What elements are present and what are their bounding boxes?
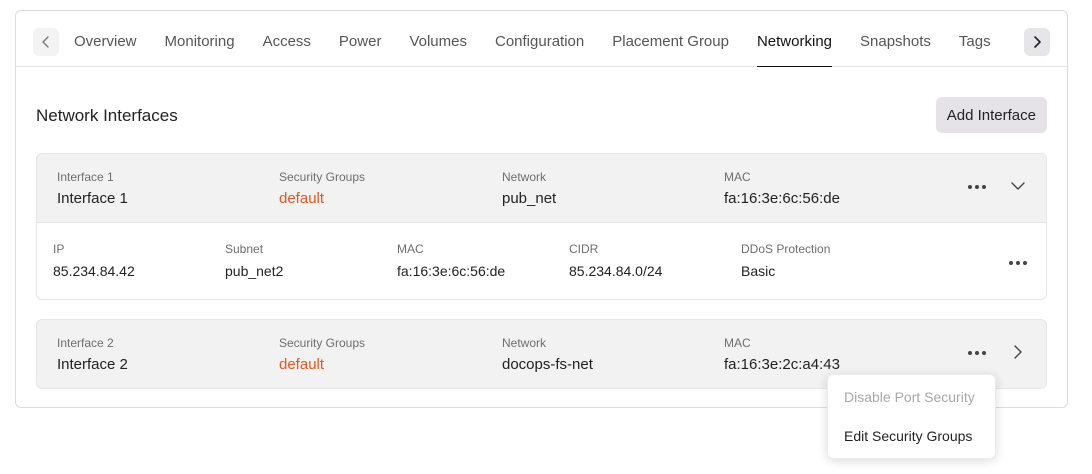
security-groups-field: Security Groups default bbox=[279, 336, 365, 373]
mac-field: MAC fa:16:3e:6c:56:de bbox=[724, 170, 840, 207]
field-label: CIDR bbox=[569, 242, 599, 256]
field-label: IP bbox=[53, 242, 65, 256]
chevron-left-icon bbox=[42, 36, 49, 48]
interface-details: IP 85.234.84.42 Subnet pub_net2 MAC fa:1… bbox=[37, 222, 1046, 299]
tab-bar: Overview Monitoring Access Power Volumes… bbox=[16, 11, 1067, 67]
field-value: Interface 1 bbox=[57, 190, 128, 207]
chevron-right-icon bbox=[1014, 345, 1022, 359]
field-label: MAC bbox=[724, 336, 751, 350]
field-label: MAC bbox=[724, 170, 751, 184]
field-label: Interface 2 bbox=[57, 336, 114, 350]
field-label: Subnet bbox=[225, 242, 264, 256]
tab-monitoring[interactable]: Monitoring bbox=[165, 11, 235, 67]
tab-access[interactable]: Access bbox=[263, 11, 311, 67]
field-value: fa:16:3e:6c:56:de bbox=[397, 263, 506, 279]
field-label: Network bbox=[502, 170, 547, 184]
network-field: Network pub_net bbox=[502, 170, 556, 207]
security-groups-field: Security Groups default bbox=[279, 170, 365, 207]
detail-more-options-button[interactable] bbox=[1007, 253, 1029, 273]
security-group-link[interactable]: default bbox=[279, 356, 365, 373]
chevron-right-icon bbox=[1034, 36, 1041, 48]
field-value: pub_net2 bbox=[225, 263, 284, 279]
tab-volumes[interactable]: Volumes bbox=[409, 11, 467, 67]
mac-field: MAC fa:16:3e:2c:a4:43 bbox=[724, 336, 840, 373]
detail-mac-field: MAC fa:16:3e:6c:56:de bbox=[397, 242, 505, 279]
more-options-button[interactable] bbox=[966, 343, 988, 363]
tab-snapshots[interactable]: Snapshots bbox=[860, 11, 931, 67]
more-horizontal-icon bbox=[968, 351, 972, 355]
field-label: MAC bbox=[397, 242, 424, 256]
subnet-field: Subnet pub_net2 bbox=[225, 242, 283, 279]
more-horizontal-icon bbox=[968, 185, 972, 189]
field-value: Basic bbox=[741, 263, 776, 279]
field-value: fa:16:3e:6c:56:de bbox=[724, 190, 840, 207]
tab-placement-group[interactable]: Placement Group bbox=[612, 11, 729, 67]
network-field: Network docops-fs-net bbox=[502, 336, 593, 373]
tab-tags[interactable]: Tags bbox=[959, 11, 991, 67]
cidr-field: CIDR 85.234.84.0/24 bbox=[569, 242, 662, 279]
edit-security-groups-menu-item[interactable]: Edit Security Groups bbox=[844, 428, 972, 444]
tab-scroll-right-button[interactable] bbox=[1024, 28, 1050, 56]
tab-networking[interactable]: Networking bbox=[756, 11, 833, 67]
more-options-button[interactable] bbox=[966, 177, 988, 197]
more-horizontal-icon bbox=[1009, 261, 1013, 265]
disable-port-security-menu-item[interactable]: Disable Port Security bbox=[844, 389, 975, 405]
context-menu: Disable Port Security Edit Security Grou… bbox=[827, 374, 996, 459]
tabs: Overview Monitoring Access Power Volumes… bbox=[74, 11, 1018, 67]
field-label: DDoS Protection bbox=[741, 242, 831, 256]
ip-field: IP 85.234.84.42 bbox=[53, 242, 135, 279]
field-value: 85.234.84.0/24 bbox=[569, 263, 663, 279]
interface-name-field: Interface 2 Interface 2 bbox=[57, 336, 128, 373]
instance-card: Overview Monitoring Access Power Volumes… bbox=[15, 10, 1068, 408]
field-label: Security Groups bbox=[279, 170, 366, 184]
add-interface-button[interactable]: Add Interface bbox=[935, 97, 1047, 133]
security-group-link[interactable]: default bbox=[279, 190, 365, 207]
field-value: 85.234.84.42 bbox=[53, 263, 135, 279]
field-value: pub_net bbox=[502, 190, 557, 207]
interface-header[interactable]: Interface 1 Interface 1 Security Groups … bbox=[37, 154, 1046, 222]
tab-configuration[interactable]: Configuration bbox=[495, 11, 584, 67]
field-value: Interface 2 bbox=[57, 356, 128, 373]
interface-name-field: Interface 1 Interface 1 bbox=[57, 170, 128, 207]
chevron-down-icon bbox=[1011, 182, 1025, 190]
field-label: Security Groups bbox=[279, 336, 366, 350]
section-title: Network Interfaces bbox=[36, 106, 178, 125]
tab-overview[interactable]: Overview bbox=[74, 11, 137, 67]
tab-scroll-left-button[interactable] bbox=[33, 28, 59, 56]
expand-toggle-button[interactable] bbox=[1007, 341, 1029, 363]
collapse-toggle-button[interactable] bbox=[1007, 175, 1029, 197]
interface-panel: Interface 1 Interface 1 Security Groups … bbox=[36, 153, 1047, 300]
field-value: fa:16:3e:2c:a4:43 bbox=[724, 356, 840, 373]
ddos-protection-field: DDoS Protection Basic bbox=[741, 242, 830, 279]
tab-power[interactable]: Power bbox=[339, 11, 382, 67]
field-label: Network bbox=[502, 336, 547, 350]
field-label: Interface 1 bbox=[57, 170, 114, 184]
field-value: docops-fs-net bbox=[502, 356, 593, 373]
